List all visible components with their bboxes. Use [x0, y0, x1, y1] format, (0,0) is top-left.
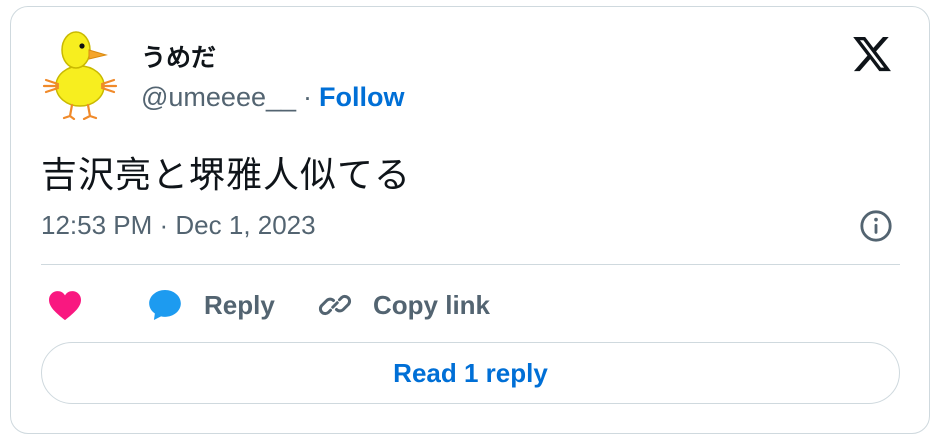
avatar[interactable] [40, 28, 120, 120]
heart-icon[interactable] [47, 289, 83, 321]
x-logo-icon[interactable] [851, 33, 893, 75]
follow-button[interactable]: Follow [319, 82, 404, 113]
author-handle[interactable]: @umeeee__ [141, 82, 296, 113]
copy-link-button[interactable]: Copy link [317, 284, 490, 326]
info-icon[interactable] [859, 209, 893, 243]
reply-button[interactable]: Reply [146, 284, 275, 326]
tweet-timestamp[interactable]: 12:53 PM · Dec 1, 2023 [41, 210, 316, 241]
tweet-text: 吉沢亮と堺雅人似てる [41, 155, 412, 196]
handle-separator: · [303, 82, 313, 112]
reply-label: Reply [204, 289, 275, 320]
copy-link-label: Copy link [373, 289, 491, 320]
speech-bubble-icon [149, 289, 181, 321]
read-replies-button[interactable]: Read 1 reply [41, 342, 900, 404]
divider [41, 264, 900, 265]
author-handle-row: @umeeee__ · Follow [141, 82, 405, 113]
author-display-name[interactable]: うめだ [141, 38, 216, 74]
link-icon [318, 294, 352, 316]
yellow-chick-icon [42, 31, 118, 120]
